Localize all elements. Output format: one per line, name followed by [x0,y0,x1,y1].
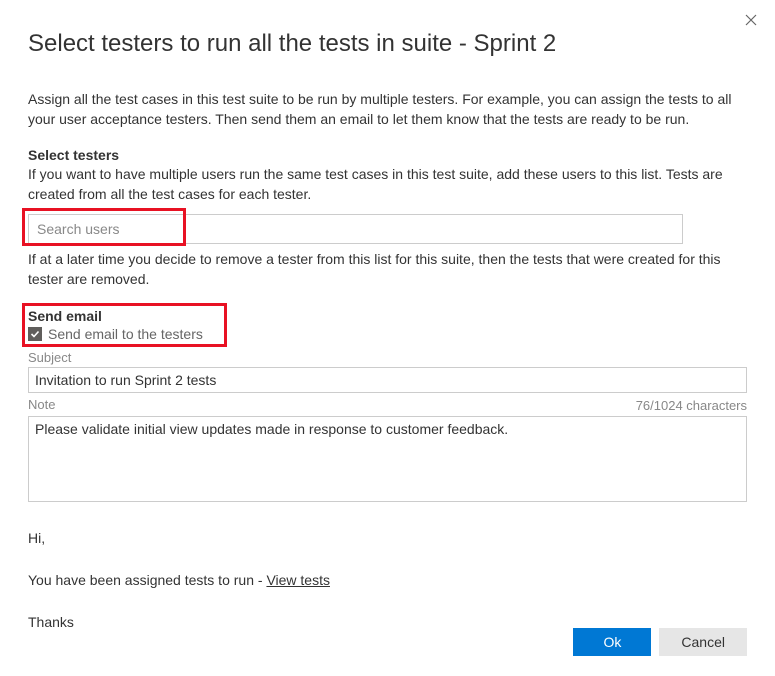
select-testers-description: If you want to have multiple users run t… [28,165,747,204]
dialog-button-bar: Ok Cancel [573,628,747,656]
cancel-button[interactable]: Cancel [659,628,747,656]
note-label: Note [28,397,55,412]
search-users-input[interactable] [28,214,683,244]
email-body-line: You have been assigned tests to run - Vi… [28,569,747,591]
select-testers-header: Select testers [28,147,747,163]
ok-button[interactable]: Ok [573,628,651,656]
view-tests-link[interactable]: View tests [266,572,330,588]
char-count: 76/1024 characters [636,398,747,413]
subject-input[interactable] [28,367,747,393]
close-icon [745,14,757,26]
email-body-text: You have been assigned tests to run - [28,572,266,588]
email-greeting: Hi, [28,527,747,549]
send-email-header: Send email [28,308,747,324]
search-users-wrapper [28,214,747,244]
select-testers-dialog: Select testers to run all the tests in s… [0,0,775,676]
email-preview: Hi, You have been assigned tests to run … [28,527,747,634]
note-textarea[interactable] [28,416,747,502]
send-email-section: Send email Send email to the testers [28,308,747,342]
send-email-checkbox-row: Send email to the testers [28,326,747,342]
dialog-description: Assign all the test cases in this test s… [28,90,747,129]
note-label-row: Note 76/1024 characters [28,397,747,414]
close-button[interactable] [741,10,761,30]
subject-label: Subject [28,350,747,365]
dialog-title: Select testers to run all the tests in s… [28,30,747,58]
checkmark-icon [30,329,40,339]
send-email-checkbox[interactable] [28,327,42,341]
send-email-checkbox-label: Send email to the testers [48,326,203,342]
removal-note: If at a later time you decide to remove … [28,250,747,289]
